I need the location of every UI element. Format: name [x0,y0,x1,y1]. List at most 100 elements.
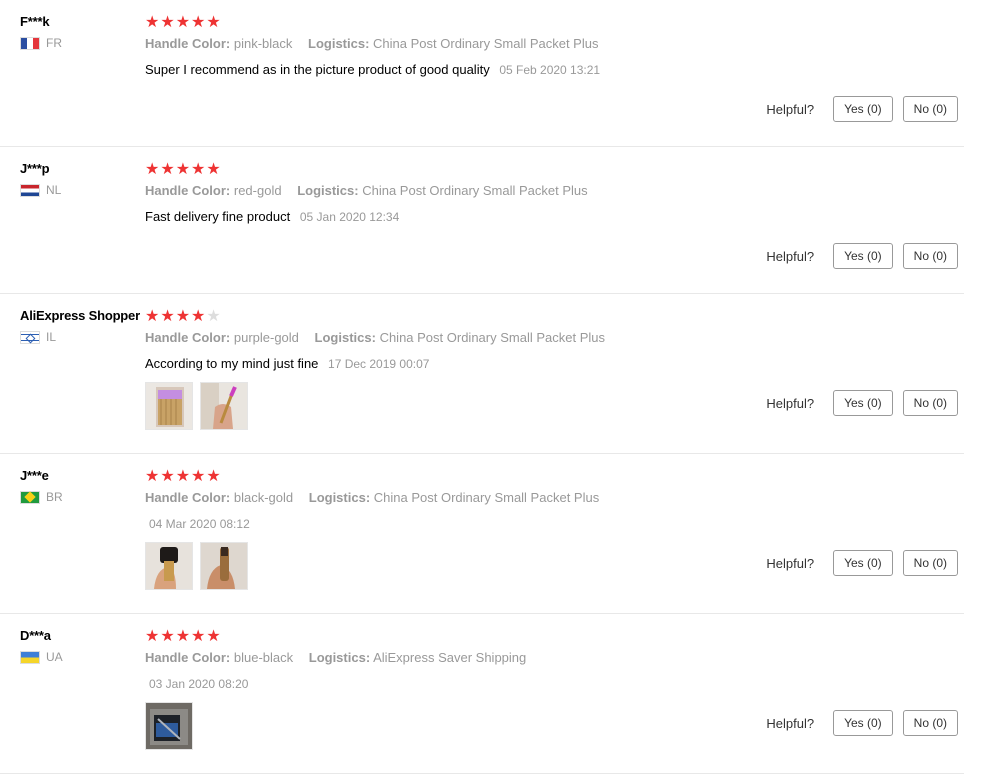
review-list: F***k FR ★★★★★ Handle Color: pink-black … [0,0,986,778]
reviewer-country: NL [20,183,142,197]
order-attributes: Handle Color: blue-black Logistics: AliE… [145,650,745,665]
logistics-label: Logistics: [308,36,370,51]
helpful-label: Helpful? [766,555,815,571]
handle-color-label: Handle Color: [145,36,231,51]
star-icon: ★ [175,14,191,31]
review-item: F***k FR ★★★★★ Handle Color: pink-black … [0,0,964,147]
star-icon: ★ [191,161,206,178]
star-icon: ★ [160,468,175,485]
helpful-no-button[interactable]: No (0) [902,96,958,122]
handle-color-label: Handle Color: [145,490,231,505]
review-date: 05 Jan 2020 12:34 [299,210,400,224]
black-brush-photo [146,543,192,589]
helpful-yes-button[interactable]: Yes (0) [833,390,893,416]
brush-set-photo [146,383,192,429]
reviewer-country: BR [20,490,142,504]
review-photo-thumbnail[interactable] [145,702,193,750]
reviewer-country: IL [20,330,142,344]
helpful-controls: Helpful? Yes (0) No (0) [766,96,958,122]
review-content: ★★★★★ Handle Color: blue-black Logistics… [145,628,745,750]
ukraine-flag-icon [20,650,40,664]
review-photo-thumbnail[interactable] [145,542,193,590]
reviewer-name: J***p [20,161,50,176]
review-photo-thumbnail[interactable] [200,382,248,430]
star-icon: ★ [191,308,206,325]
country-code: NL [46,183,62,197]
logistics-label: Logistics: [308,650,371,665]
review-photo-thumbnail[interactable] [145,382,193,430]
helpful-no-button[interactable]: No (0) [902,550,958,576]
helpful-controls: Helpful? Yes (0) No (0) [766,550,958,576]
review-date: 17 Dec 2019 00:07 [328,357,430,371]
review-text-row: Fast delivery fine product 05 Jan 2020 1… [145,209,745,224]
star-rating: ★★★★★ [145,308,745,325]
star-rating: ★★★★★ [145,468,745,485]
helpful-label: Helpful? [766,101,815,117]
review-photos [145,702,745,750]
star-icon: ★ [206,161,221,178]
israel-flag-icon [20,330,40,344]
review-photos [145,542,745,590]
review-date: 04 Mar 2020 08:12 [149,517,250,531]
reviewer-info: D***a UA [20,628,142,664]
review-text: According to my mind just fine [145,356,319,371]
review-item: AliExpress Shopper IL ★★★★★ Handle Color… [0,294,964,454]
order-attributes: Handle Color: pink-black Logistics: Chin… [145,36,745,51]
logistics-value: China Post Ordinary Small Packet Plus [373,36,599,51]
review-content: ★★★★★ Handle Color: pink-black Logistics… [145,14,745,78]
logistics-value: China Post Ordinary Small Packet Plus [373,490,600,505]
reviewer-info: J***e BR [20,468,142,504]
star-icon: ★ [191,468,206,485]
helpful-yes-button[interactable]: Yes (0) [833,710,893,736]
order-attributes: Handle Color: black-gold Logistics: Chin… [145,490,745,505]
review-content: ★★★★★ Handle Color: purple-gold Logistic… [145,308,745,430]
star-icon: ★ [160,14,175,31]
star-icon: ★ [145,161,160,178]
reviewer-name: D***a [20,628,51,643]
star-icon: ★ [145,14,160,31]
helpful-yes-button[interactable]: Yes (0) [833,550,893,576]
reviewer-country: UA [20,650,142,664]
logistics-value: China Post Ordinary Small Packet Plus [379,330,605,345]
handle-color-value: pink-black [233,36,293,51]
brush-pouch-photo [146,703,192,749]
star-icon: ★ [206,628,221,645]
helpful-label: Helpful? [766,248,815,264]
review-text-row: 04 Mar 2020 08:12 [145,516,745,531]
review-date: 05 Feb 2020 13:21 [499,63,601,77]
star-icon: ★ [145,628,160,645]
handle-color-value: red-gold [233,183,282,198]
handle-color-label: Handle Color: [145,650,231,665]
star-icon: ★ [145,468,160,485]
review-item: J***p NL ★★★★★ Handle Color: red-gold Lo… [0,147,964,294]
review-text-row: Super I recommend as in the picture prod… [145,62,745,77]
logistics-value: AliExpress Saver Shipping [373,650,527,665]
handle-color-label: Handle Color: [145,330,231,345]
star-icon: ★ [160,161,175,178]
review-text: Super I recommend as in the picture prod… [145,62,490,77]
review-content: ★★★★★ Handle Color: red-gold Logistics: … [145,161,745,225]
country-code: IL [46,330,57,344]
order-attributes: Handle Color: red-gold Logistics: China … [145,183,745,198]
helpful-no-button[interactable]: No (0) [902,390,958,416]
helpful-yes-button[interactable]: Yes (0) [833,96,893,122]
logistics-value: China Post Ordinary Small Packet Plus [362,183,588,198]
star-icon: ★ [175,161,191,178]
helpful-controls: Helpful? Yes (0) No (0) [766,710,958,736]
review-text: Fast delivery fine product [145,209,291,224]
review-photo-thumbnail[interactable] [200,542,248,590]
reviewer-info: F***k FR [20,14,142,50]
star-icon: ★ [206,14,221,31]
handle-color-value: black-gold [233,490,294,505]
helpful-no-button[interactable]: No (0) [902,243,958,269]
star-rating: ★★★★★ [145,161,745,178]
reviewer-name: F***k [20,14,50,29]
helpful-no-button[interactable]: No (0) [902,710,958,736]
order-attributes: Handle Color: purple-gold Logistics: Chi… [145,330,745,345]
reviewer-name: AliExpress Shopper [20,308,140,323]
reviewer-info: J***p NL [20,161,142,197]
star-icon: ★ [175,308,191,325]
gold-brush-photo [201,543,247,589]
handle-color-label: Handle Color: [145,183,231,198]
helpful-yes-button[interactable]: Yes (0) [833,243,893,269]
